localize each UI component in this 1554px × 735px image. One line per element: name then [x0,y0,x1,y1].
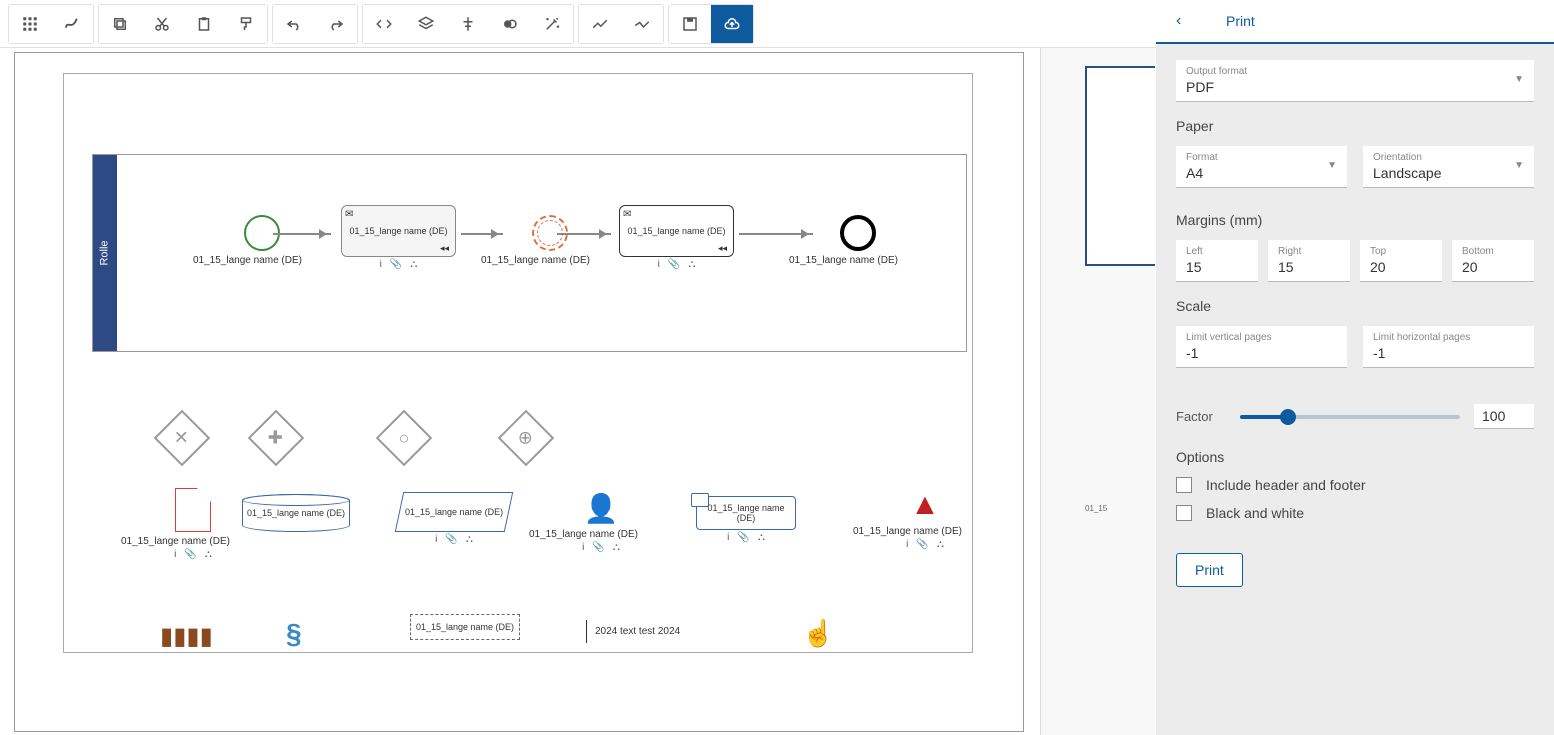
norm-artifact[interactable]: § [286,618,302,650]
chevron-down-icon: ▼ [1327,160,1337,171]
task[interactable]: ✉01_15_lange name (DE)◂◂ i📎⛬ [341,205,456,270]
chevron-down-icon: ▼ [1514,160,1524,171]
screen-artifact[interactable]: 01_15_lange name (DE) i📎⛬ [696,496,796,543]
layers-icon[interactable] [405,5,447,43]
chevron-down-icon: ▼ [1514,74,1524,85]
preview-page-thumb[interactable] [1085,66,1155,266]
manual-artifact[interactable]: ☝ [802,618,834,649]
margin-top-input[interactable]: Top 20 [1360,240,1442,282]
node-label: 01_15_lange name (DE) [853,526,962,537]
margins-section-title: Margins (mm) [1176,212,1534,228]
scale-section-title: Scale [1176,298,1534,314]
node-label: 01_15_lange name (DE) [481,255,590,266]
gateway-exclusive[interactable]: ✕ [162,418,202,458]
limit-vertical-input[interactable]: Limit vertical pages -1 [1176,326,1347,368]
paper-format-select[interactable]: Format A4 ▼ [1176,146,1347,188]
sequence-flow[interactable] [557,233,611,235]
header-footer-checkbox[interactable]: Include header and footer [1176,477,1534,493]
black-white-checkbox[interactable]: Black and white [1176,505,1534,521]
attributes-icons: i📎⛬ [156,549,230,560]
swimlane[interactable]: Rolle 01_15_lange name (DE) ✉01_15_lange… [92,154,967,352]
node-label: 01_15_lange name (DE) [193,255,302,266]
print-panel: ‹ Print Output format PDF ▼ Paper Format… [1156,0,1554,735]
attributes-icons: i📎⛬ [888,539,962,550]
database-artifact[interactable]: 01_15_lange name (DE) [242,494,350,532]
factor-label: Factor [1176,409,1226,424]
intermediate-event[interactable]: 01_15_lange name (DE) [511,215,590,266]
sequence-flow[interactable] [739,233,813,235]
canvas-area[interactable]: Rolle 01_15_lange name (DE) ✉01_15_lange… [0,48,1157,735]
code-icon[interactable] [363,5,405,43]
attributes-icons: i📎⛬ [619,259,734,270]
person-artifact[interactable]: 👤 01_15_lange name (DE) i📎⛬ [564,492,638,553]
start-event[interactable]: 01_15_lange name (DE) [223,215,302,266]
kpi-artifact[interactable]: ▮▮▮▮ [160,622,213,651]
gateway-event[interactable]: ⊕ [506,418,546,458]
paste-icon[interactable] [183,5,225,43]
margin-bottom-input[interactable]: Bottom 20 [1452,240,1534,282]
node-label: 01_15_lange name (DE) [789,255,898,266]
opacity-icon[interactable] [489,5,531,43]
task[interactable]: ✉01_15_lange name (DE)◂◂ i📎⛬ [619,205,734,270]
limit-horizontal-input[interactable]: Limit horizontal pages -1 [1363,326,1534,368]
orientation-select[interactable]: Orientation Landscape ▼ [1363,146,1534,188]
print-button[interactable]: Print [1176,553,1243,587]
data-object[interactable]: 01_15_lange name (DE) i📎⛬ [399,492,509,545]
attributes-icons: i📎⛬ [341,259,456,270]
copy-icon[interactable] [99,5,141,43]
sequence-flow[interactable] [273,233,331,235]
attributes-icons: i📎⛬ [696,532,796,543]
undo-icon[interactable] [273,5,315,43]
preview-label: 01_15 [1085,504,1107,513]
attributes-icons: i📎⛬ [399,534,509,545]
panel-header: ‹ Print [1156,0,1554,44]
risk-artifact[interactable]: ▲! 01_15_lange name (DE) i📎⛬ [888,488,962,550]
document-artifact[interactable]: 01_15_lange name (DE) i📎⛬ [156,488,230,560]
panel-title: Print [1226,13,1255,29]
output-format-select[interactable]: Output format PDF ▼ [1176,60,1534,102]
back-button[interactable]: ‹ [1176,12,1206,30]
diagram-content: Rolle 01_15_lange name (DE) ✉01_15_lange… [63,73,973,653]
group-box[interactable]: 01_15_lange name (DE) [410,614,520,640]
lane-title: Rolle [93,155,117,351]
trend-up-icon[interactable] [579,5,621,43]
format-painter-icon[interactable] [225,5,267,43]
cut-icon[interactable] [141,5,183,43]
apps-icon[interactable] [9,5,51,43]
sequence-flow[interactable] [461,233,503,235]
gateway-parallel[interactable]: ✚ [256,418,296,458]
margin-right-input[interactable]: Right 15 [1268,240,1350,282]
margin-left-input[interactable]: Left 15 [1176,240,1258,282]
save-icon[interactable] [669,5,711,43]
trend-line-icon[interactable] [621,5,663,43]
node-label: 01_15_lange name (DE) [529,529,638,540]
text-annotation[interactable]: 2024 text test 2024 [586,620,688,643]
paper-section-title: Paper [1176,118,1534,134]
preview-strip: 01_15 [1040,48,1155,735]
node-label: 01_15_lange name (DE) [121,536,230,547]
options-section-title: Options [1176,449,1534,465]
cloud-upload-icon[interactable] [711,5,753,43]
wand-icon[interactable] [531,5,573,43]
align-center-icon[interactable] [447,5,489,43]
gateway-inclusive[interactable]: ○ [384,418,424,458]
freehand-icon[interactable] [51,5,93,43]
factor-value-input[interactable]: 100 [1474,404,1534,429]
end-event[interactable]: 01_15_lange name (DE) [819,215,898,266]
attributes-icons: i📎⛬ [564,542,638,553]
factor-slider[interactable] [1240,415,1460,419]
print-page: Rolle 01_15_lange name (DE) ✉01_15_lange… [14,52,1024,732]
redo-icon[interactable] [315,5,357,43]
